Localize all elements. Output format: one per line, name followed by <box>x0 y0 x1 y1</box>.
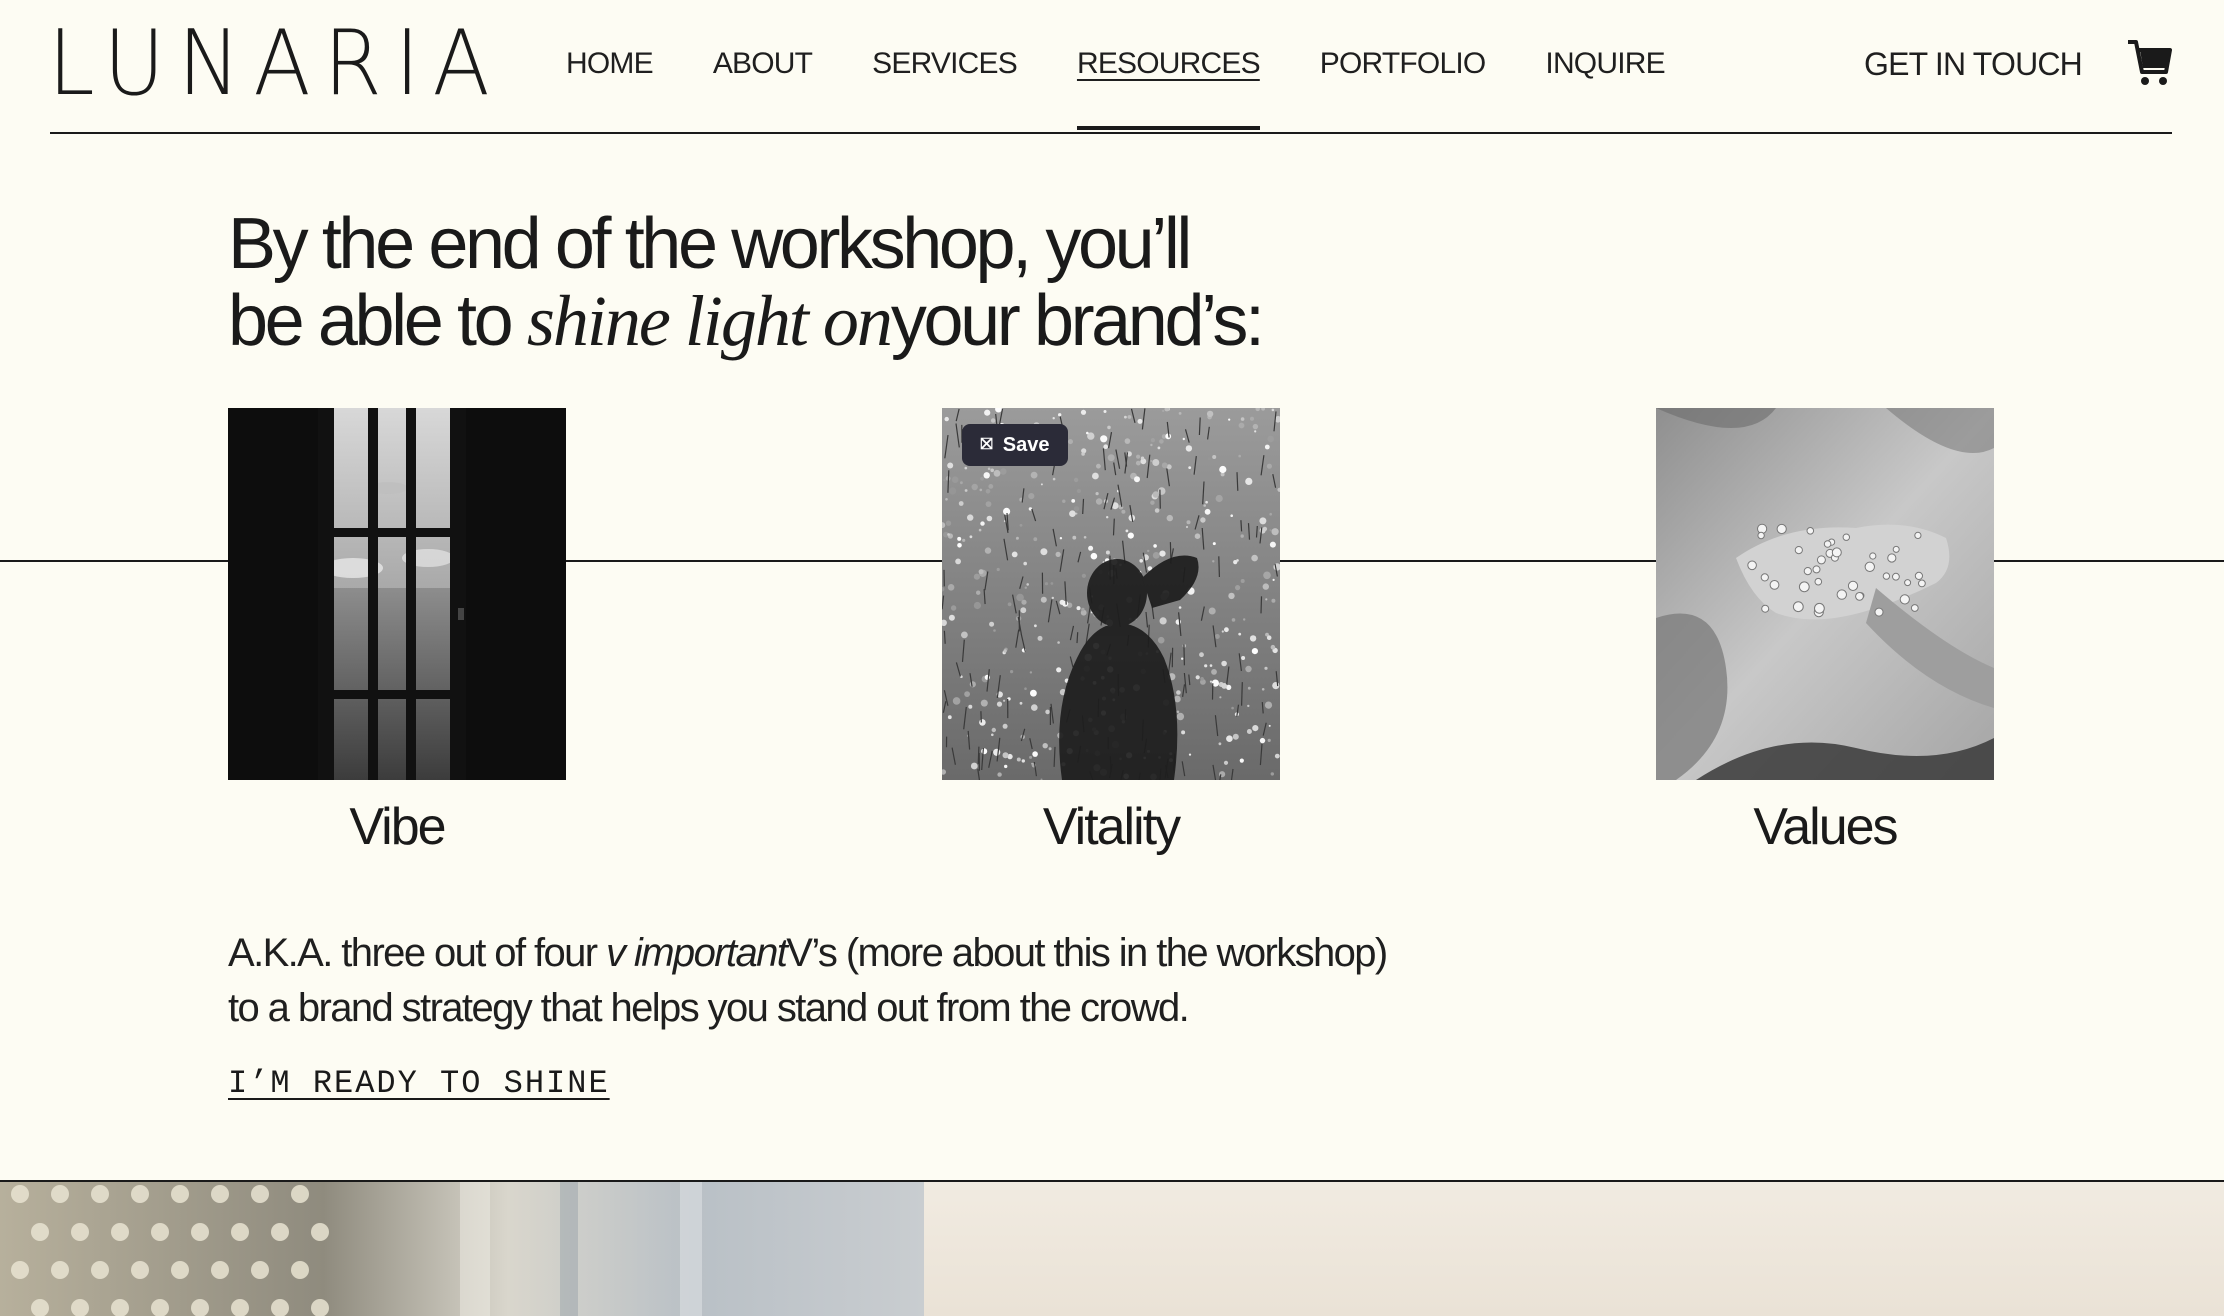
section-headline: By the end of the workshop, you’ll be ab… <box>228 206 1528 360</box>
shadow-in-flowers-photo[interactable]: ⛝ Save <box>942 408 1280 780</box>
description-emphasis: v important <box>606 931 788 975</box>
pearl-hand-photo[interactable] <box>1656 408 1994 780</box>
headline-line-2-start: be able to <box>228 281 527 361</box>
nav-home[interactable]: HOME <box>566 42 654 90</box>
headline-line-2-end: your brand’s: <box>890 281 1265 361</box>
card-caption-vitality: Vitality <box>1042 798 1181 856</box>
headline-emphasis: shine light on <box>526 281 893 361</box>
card-vibe: Vibe <box>228 408 566 858</box>
logo[interactable]: LUNARIA <box>48 16 503 112</box>
nav-inquire[interactable]: INQUIRE <box>1545 42 1665 90</box>
header-divider <box>50 132 2172 134</box>
save-button[interactable]: ⛝ Save <box>962 424 1068 466</box>
save-button-label: Save <box>1002 433 1050 456</box>
nav-services[interactable]: SERVICES <box>872 42 1018 90</box>
curtain-photo <box>0 1182 924 1316</box>
get-in-touch-link[interactable]: GET IN TOUCH <box>1864 42 2083 86</box>
bottom-panel <box>924 1182 2224 1316</box>
description-start: A.K.A. three out of four <box>228 931 607 975</box>
pinterest-save-icon: ⛝ <box>980 436 993 453</box>
site-header: LUNARIA HOME ABOUT SERVICES RESOURCES PO… <box>0 0 2224 134</box>
cart-icon[interactable] <box>2126 38 2172 88</box>
window-sea-photo[interactable] <box>228 408 566 780</box>
card-caption-vibe: Vibe <box>349 798 446 856</box>
card-caption-values: Values <box>1753 798 1898 856</box>
card-values: Values <box>1656 408 1994 858</box>
workshop-description: A.K.A. three out of four v importantV’s … <box>228 926 1408 1036</box>
nav-about[interactable]: ABOUT <box>713 42 813 90</box>
nav-resources[interactable]: RESOURCES <box>1076 42 1261 130</box>
main-nav: HOME ABOUT SERVICES RESOURCES PORTFOLIO … <box>566 42 1666 130</box>
ready-to-shine-link[interactable]: I’M READY TO SHINE <box>228 1064 610 1104</box>
card-vitality: ⛝ Save Vitality <box>942 408 1280 858</box>
nav-portfolio[interactable]: PORTFOLIO <box>1320 42 1486 90</box>
headline-line-1: By the end of the workshop, you’ll <box>228 204 1192 284</box>
